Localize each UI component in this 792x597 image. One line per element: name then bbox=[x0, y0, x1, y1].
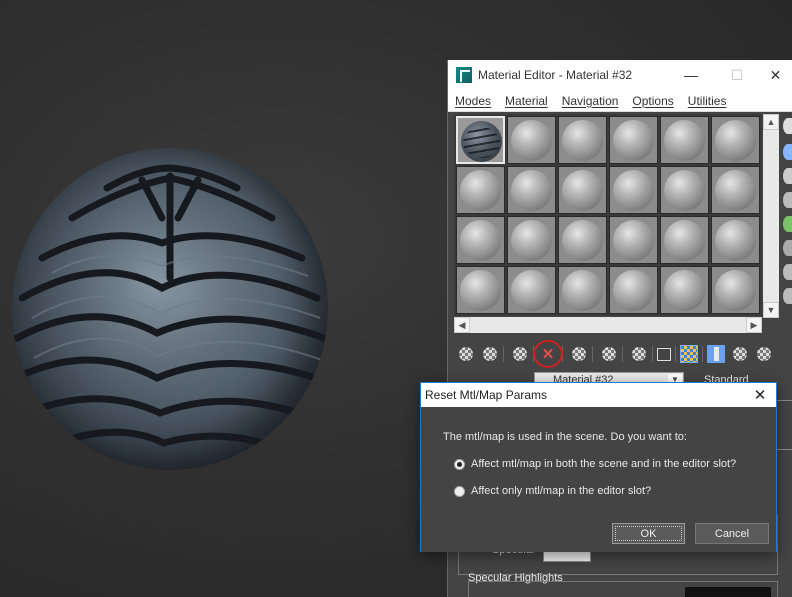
dialog-body: The mtl/map is used in the scene. Do you… bbox=[421, 407, 776, 552]
sample-slot[interactable] bbox=[558, 216, 607, 264]
menu-navigation[interactable]: Navigation bbox=[562, 94, 619, 108]
sample-slot[interactable] bbox=[660, 116, 709, 164]
video-color-check-icon[interactable] bbox=[783, 216, 792, 232]
sample-slot[interactable] bbox=[507, 116, 556, 164]
sample-slot[interactable] bbox=[507, 266, 556, 314]
menu-material[interactable]: Material bbox=[505, 94, 548, 108]
minimize-button[interactable]: — bbox=[668, 60, 714, 90]
sample-slot[interactable] bbox=[660, 216, 709, 264]
show-end-result-icon[interactable] bbox=[707, 345, 725, 363]
background-icon[interactable] bbox=[783, 168, 792, 184]
option-label: Affect mtl/map in both the scene and in … bbox=[471, 458, 737, 470]
radio-button[interactable] bbox=[454, 485, 465, 497]
sample-slot[interactable] bbox=[609, 216, 658, 264]
dialog-question: The mtl/map is used in the scene. Do you… bbox=[443, 431, 687, 443]
scroll-left-arrow-icon[interactable]: ◀ bbox=[454, 317, 470, 333]
material-editor-menubar: Modes Material Navigation Options Utilit… bbox=[448, 90, 792, 112]
sample-slot-grid bbox=[454, 114, 762, 316]
sample-slot[interactable] bbox=[711, 166, 760, 214]
sample-type-icon[interactable] bbox=[783, 118, 792, 134]
maximize-button[interactable]: ☐ bbox=[714, 60, 760, 90]
sample-slot-active[interactable] bbox=[456, 116, 505, 164]
sample-slot[interactable] bbox=[456, 166, 505, 214]
go-forward-sibling-icon[interactable] bbox=[757, 347, 771, 361]
sample-slot[interactable] bbox=[609, 116, 658, 164]
reset-map-button[interactable]: ✕ bbox=[533, 340, 563, 368]
reset-params-dialog: Reset Mtl/Map Params ✕ The mtl/map is us… bbox=[420, 382, 777, 552]
sample-slot[interactable] bbox=[558, 166, 607, 214]
close-icon[interactable]: ✕ bbox=[748, 383, 772, 407]
sample-slot[interactable] bbox=[711, 216, 760, 264]
material-editor-title: Material Editor - Material #32 bbox=[478, 68, 633, 82]
assign-to-selection-icon[interactable] bbox=[513, 347, 527, 361]
specular-highlights-panel bbox=[468, 581, 778, 597]
sample-slot[interactable] bbox=[660, 166, 709, 214]
highlight-circle bbox=[533, 340, 563, 368]
sample-uv-tiling-icon[interactable] bbox=[783, 192, 792, 208]
radio-button-selected[interactable] bbox=[454, 458, 465, 470]
close-window-button[interactable]: ✕ bbox=[758, 60, 792, 90]
put-to-library-icon[interactable] bbox=[632, 347, 646, 361]
go-to-parent-icon[interactable] bbox=[733, 347, 747, 361]
scroll-up-arrow-icon[interactable]: ▲ bbox=[763, 114, 779, 130]
make-unique-icon[interactable] bbox=[602, 347, 616, 361]
sample-slot[interactable] bbox=[558, 116, 607, 164]
put-to-scene-icon[interactable] bbox=[483, 347, 497, 361]
menu-utilities[interactable]: Utilities bbox=[688, 94, 727, 108]
cancel-button[interactable]: Cancel bbox=[695, 523, 769, 544]
material-editor-titlebar[interactable]: Material Editor - Material #32 — ☐ ✕ bbox=[448, 60, 792, 90]
menu-modes[interactable]: Modes bbox=[455, 94, 491, 108]
scroll-down-arrow-icon[interactable]: ▼ bbox=[763, 302, 779, 318]
sample-slot[interactable] bbox=[456, 216, 505, 264]
toolbar-divider bbox=[675, 346, 676, 362]
material-editor-toolbar: ✕ bbox=[454, 340, 792, 368]
sample-slot[interactable] bbox=[558, 266, 607, 314]
material-id-icon[interactable] bbox=[657, 347, 671, 361]
toolbar-divider bbox=[652, 346, 653, 362]
toolbar-divider bbox=[592, 346, 593, 362]
toolbar-divider bbox=[702, 346, 703, 362]
show-in-viewport-icon[interactable] bbox=[680, 345, 698, 363]
option-label: Affect only mtl/map in the editor slot? bbox=[471, 485, 652, 497]
options-icon[interactable] bbox=[783, 264, 792, 280]
backlight-icon[interactable] bbox=[783, 144, 792, 160]
sample-slot[interactable] bbox=[609, 266, 658, 314]
sample-slot[interactable] bbox=[507, 166, 556, 214]
sample-slot[interactable] bbox=[507, 216, 556, 264]
toolbar-divider bbox=[503, 346, 504, 362]
dialog-titlebar[interactable]: Reset Mtl/Map Params ✕ bbox=[421, 383, 776, 407]
option-affect-scene-and-slot[interactable]: Affect mtl/map in both the scene and in … bbox=[454, 458, 736, 470]
slot-horizontal-scrollbar[interactable]: ◀ ▶ bbox=[454, 317, 762, 333]
sample-slot[interactable] bbox=[609, 166, 658, 214]
sample-slot[interactable] bbox=[711, 116, 760, 164]
3dsmax-app-icon bbox=[456, 67, 472, 83]
get-material-icon[interactable] bbox=[459, 347, 473, 361]
scroll-right-arrow-icon[interactable]: ▶ bbox=[746, 317, 762, 333]
ok-button[interactable]: OK bbox=[612, 523, 685, 544]
make-copy-icon[interactable] bbox=[572, 347, 586, 361]
slot-vertical-scrollbar[interactable]: ▲ ▼ bbox=[763, 114, 779, 318]
toolbar-divider bbox=[622, 346, 623, 362]
select-by-material-icon[interactable] bbox=[783, 288, 792, 304]
material-sphere-preview bbox=[12, 148, 328, 470]
menu-options[interactable]: Options bbox=[632, 94, 673, 108]
sphere-stripe-pattern bbox=[12, 148, 328, 470]
make-preview-icon[interactable] bbox=[783, 240, 792, 256]
dialog-title: Reset Mtl/Map Params bbox=[425, 388, 548, 402]
sample-slot[interactable] bbox=[660, 266, 709, 314]
option-affect-slot-only[interactable]: Affect only mtl/map in the editor slot? bbox=[454, 485, 651, 497]
sample-slot[interactable] bbox=[456, 266, 505, 314]
sample-slot[interactable] bbox=[711, 266, 760, 314]
